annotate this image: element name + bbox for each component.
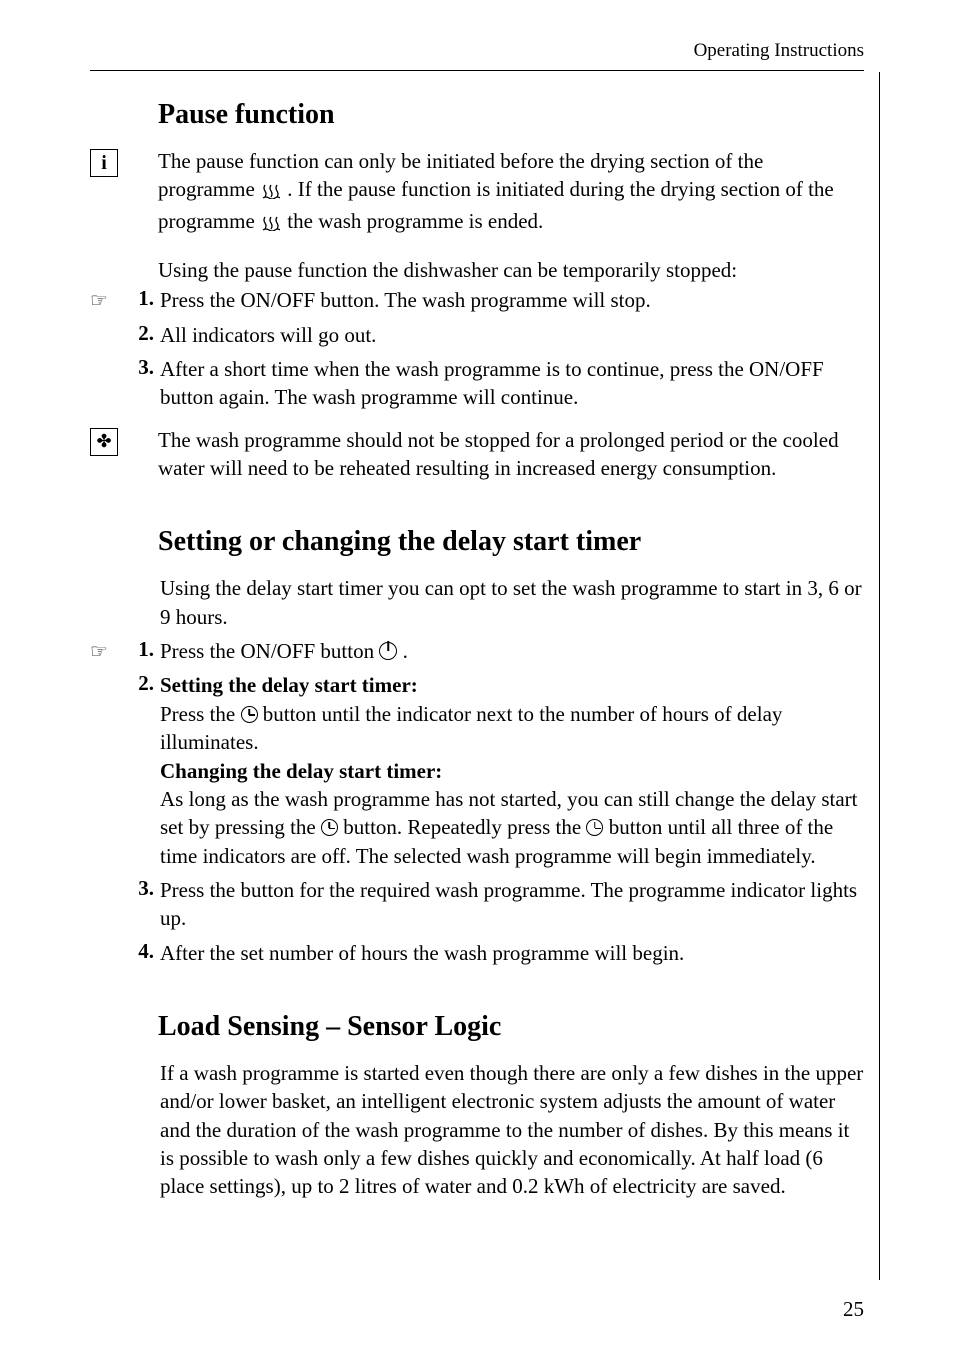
list-item: 3. Press the button for the required was… [126, 876, 864, 933]
section-title-load: Load Sensing – Sensor Logic [158, 1011, 864, 1043]
eco-icon: ✤ [90, 428, 118, 456]
drying-steam-icon [260, 178, 282, 206]
clock-icon [321, 819, 338, 836]
step-text: Press the ON/OFF button. The wash progra… [160, 286, 864, 314]
text-fragment: Press the ON/OFF button [160, 639, 379, 663]
step-text: Press the ON/OFF button . [160, 637, 864, 665]
load-body: If a wash programme is started even thou… [160, 1059, 864, 1201]
text-fragment: Press the [160, 702, 241, 726]
step-number: 1. [126, 637, 154, 662]
info-icon: i [90, 149, 118, 177]
pause-info-text: The pause function can only be initiated… [158, 147, 864, 238]
eco-block: ✤ The wash programme should not be stopp… [90, 426, 864, 483]
step-number: 3. [126, 876, 154, 901]
step-number: 1. [126, 286, 154, 311]
step-number: 3. [126, 355, 154, 380]
list-item: 4. After the set number of hours the was… [126, 939, 864, 967]
text-fragment: the wash programme is ended. [287, 209, 543, 233]
info-block-pause: i The pause function can only be initiat… [90, 147, 864, 238]
pause-intro: Using the pause function the dishwasher … [158, 256, 864, 284]
step-text: Press the button for the required wash p… [160, 876, 864, 933]
step-text: After a short time when the wash program… [160, 355, 864, 412]
clover-glyph: ✤ [96, 431, 111, 452]
step-number: 4. [126, 939, 154, 964]
list-item: 2. Setting the delay start timer: Press … [126, 671, 864, 869]
step-text: After the set number of hours the wash p… [160, 939, 864, 967]
hand-pointer-icon: ☞ [90, 639, 126, 664]
power-icon [379, 642, 397, 660]
step-number: 2. [126, 671, 154, 696]
hand-pointer-icon: ☞ [90, 288, 126, 313]
drying-steam-icon [260, 210, 282, 238]
clock-icon [586, 819, 603, 836]
delay-intro: Using the delay start timer you can opt … [160, 574, 864, 631]
list-item: ☞ 1. Press the ON/OFF button . [90, 637, 864, 665]
section-title-delay: Setting or changing the delay start time… [158, 526, 864, 558]
clock-icon [241, 706, 258, 723]
subheading: Changing the delay start timer: [160, 759, 442, 783]
section-title-pause: Pause function [158, 99, 864, 131]
text-fragment: . [403, 639, 408, 663]
subheading: Setting the delay start timer: [160, 673, 418, 697]
step-number: 2. [126, 321, 154, 346]
vertical-rule [879, 72, 881, 1280]
eco-text: The wash programme should not be stopped… [158, 426, 864, 483]
page-header: Operating Instructions [90, 40, 864, 71]
page-number: 25 [843, 1297, 864, 1322]
list-item: 2. All indicators will go out. [126, 321, 864, 349]
step-text: Setting the delay start timer: Press the… [160, 671, 864, 869]
info-glyph: i [101, 152, 107, 175]
list-item: 3. After a short time when the wash prog… [126, 355, 864, 412]
step-text: All indicators will go out. [160, 321, 864, 349]
text-fragment: button. Repeatedly press the [343, 815, 586, 839]
list-item: ☞ 1. Press the ON/OFF button. The wash p… [90, 286, 864, 314]
